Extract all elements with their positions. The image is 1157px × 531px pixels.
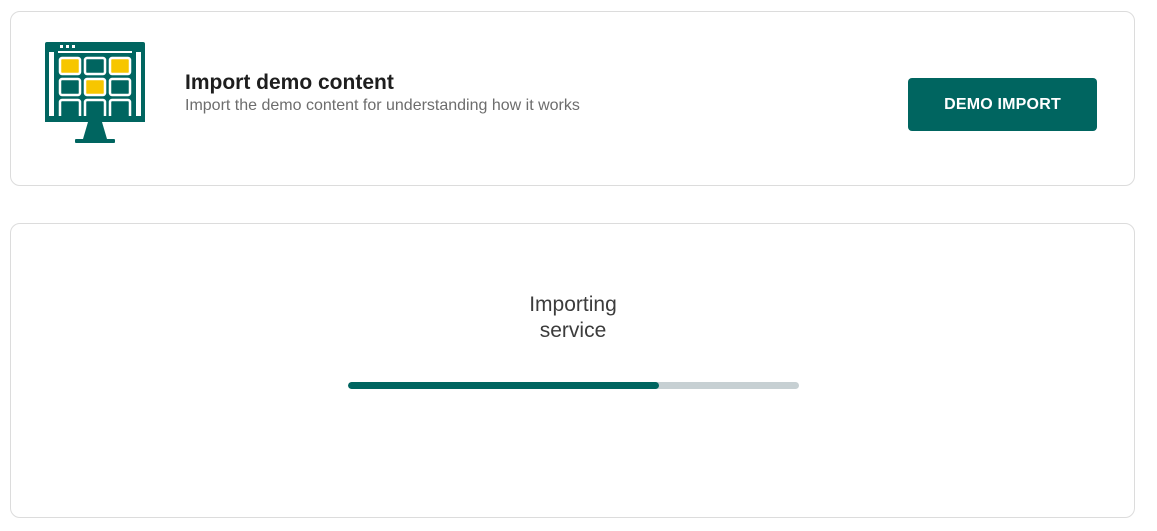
import-text-block: Import demo content Import the demo cont… <box>185 70 580 116</box>
import-subtitle: Import the demo content for understandin… <box>185 97 580 114</box>
import-status-line-1: Importing <box>529 293 617 316</box>
import-progress-card: Importing service <box>10 223 1135 518</box>
import-status: Importing service <box>473 292 673 344</box>
import-title: Import demo content <box>185 71 394 94</box>
demo-import-button[interactable]: DEMO IMPORT <box>908 78 1097 131</box>
import-demo-card: Import demo content Import the demo cont… <box>10 11 1135 186</box>
monitor-grid-icon <box>45 42 145 143</box>
import-status-line-2: service <box>539 319 607 342</box>
import-progress-bar <box>348 382 799 389</box>
import-progress-fill <box>348 382 660 389</box>
